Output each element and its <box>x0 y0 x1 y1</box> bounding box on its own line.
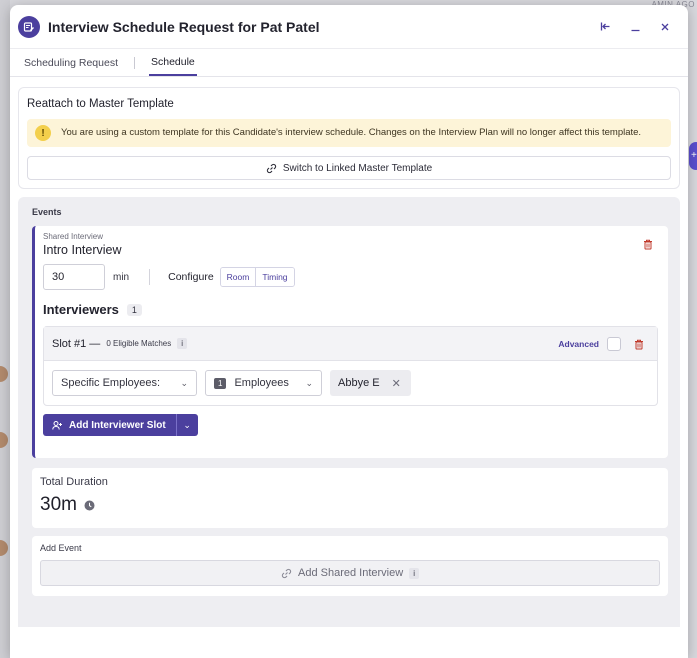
event-kind: Shared Interview <box>43 232 104 241</box>
employees-count-chip: 1 <box>214 377 227 389</box>
event-title: Intro Interview <box>43 243 122 257</box>
slot-eligible-matches: 0 Eligible Matches <box>106 339 172 348</box>
add-user-icon <box>52 420 62 430</box>
close-button[interactable] <box>654 16 676 38</box>
minimize-button[interactable] <box>624 16 646 38</box>
link-icon <box>266 163 276 173</box>
duration-divider <box>149 269 151 285</box>
delete-slot-button[interactable] <box>633 338 645 350</box>
duration-row: 30 min Configure Room Timing <box>43 264 658 290</box>
tab-schedule[interactable]: Schedule <box>148 49 197 76</box>
interviewers-count-badge: 1 <box>126 303 142 316</box>
advanced-checkbox[interactable] <box>607 336 621 351</box>
add-interviewer-slot-button[interactable]: Add Interviewer Slot <box>43 414 176 436</box>
slot-type-select[interactable]: Specific Employees: ⌄ <box>52 370 197 396</box>
configure-timing-button[interactable]: Timing <box>255 268 294 286</box>
remove-person-icon[interactable]: ✕ <box>392 377 401 390</box>
add-event-label: Add Event <box>40 543 82 553</box>
modal-title: Interview Schedule Request for Pat Patel <box>48 18 320 35</box>
slot-header: Slot #1 — 0 Eligible Matches i Advanced <box>44 327 657 361</box>
schedule-edit-icon <box>18 15 40 38</box>
info-icon[interactable]: i <box>177 338 188 349</box>
slot-type-value: Specific Employees: <box>61 377 161 389</box>
chevron-down-icon: ⌄ <box>180 377 188 388</box>
background-right-pill[interactable]: + <box>689 142 697 170</box>
switch-master-template-button[interactable]: Switch to Linked Master Template <box>27 156 671 180</box>
background-app-strip <box>0 0 10 658</box>
events-section: Events Shared Interview Intro Interview … <box>18 197 680 627</box>
duration-unit: min <box>113 271 130 283</box>
add-event-card: Add Event Add Shared Interview i <box>32 536 668 596</box>
slot-body: Specific Employees: ⌄ 1 Employees ⌄ Abby… <box>44 361 657 405</box>
configure-label: Configure <box>168 271 214 283</box>
configure-options: Room Timing <box>219 267 295 287</box>
trash-icon <box>644 239 652 249</box>
tab-scheduling-request[interactable]: Scheduling Request <box>22 49 120 76</box>
interviewers-title: Interviewers <box>43 302 119 317</box>
event-card: Shared Interview Intro Interview 30 min … <box>32 226 668 458</box>
collapse-left-button[interactable] <box>594 16 616 38</box>
close-icon <box>661 23 669 30</box>
add-slot-dropdown-button[interactable]: ⌄ <box>175 414 198 436</box>
schedule-request-modal: Interview Schedule Request for Pat Patel… <box>10 5 688 658</box>
add-shared-interview-label: Add Shared Interview <box>298 567 404 579</box>
chevron-down-icon: ⌄ <box>183 419 191 430</box>
interviewers-header: Interviewers 1 <box>43 302 658 317</box>
total-duration-card: Total Duration 30m <box>32 468 668 528</box>
modal-content: Reattach to Master Template ! You are us… <box>10 77 688 627</box>
add-interviewer-slot-label: Add Interviewer Slot <box>69 419 166 431</box>
switch-master-template-label: Switch to Linked Master Template <box>282 162 433 174</box>
add-interviewer-slot-split-button: Add Interviewer Slot ⌄ <box>43 414 198 436</box>
selected-person-chip: Abbye E ✕ <box>330 370 411 396</box>
info-icon[interactable]: i <box>409 567 419 579</box>
warning-icon: ! <box>35 125 51 141</box>
minimize-icon <box>631 29 639 32</box>
reattach-card: Reattach to Master Template ! You are us… <box>18 87 680 189</box>
total-duration-label: Total Duration <box>40 476 108 488</box>
modal-tabs: Scheduling Request Schedule <box>10 49 688 77</box>
events-label: Events <box>32 207 62 217</box>
tab-divider <box>133 56 135 69</box>
custom-template-warning: ! You are using a custom template for th… <box>27 119 671 147</box>
link-icon <box>281 568 292 578</box>
delete-event-button[interactable] <box>642 238 654 250</box>
chevron-down-icon: ⌄ <box>305 377 313 388</box>
reattach-title: Reattach to Master Template <box>27 98 174 110</box>
total-duration-value: 30m <box>40 494 77 515</box>
warning-text: You are using a custom template for this… <box>61 127 642 138</box>
configure-room-button[interactable]: Room <box>220 268 256 286</box>
employees-label: Employees <box>234 377 289 389</box>
advanced-link[interactable]: Advanced <box>558 339 599 349</box>
total-duration-value-row: 30m <box>40 494 660 516</box>
clock-icon <box>84 500 95 510</box>
trash-icon <box>635 339 643 349</box>
arrow-to-left-icon <box>600 22 609 31</box>
duration-input[interactable]: 30 <box>43 264 105 290</box>
interviewer-slot: Slot #1 — 0 Eligible Matches i Advanced … <box>43 326 658 406</box>
add-shared-interview-button[interactable]: Add Shared Interview i <box>40 560 660 586</box>
modal-header: Interview Schedule Request for Pat Patel <box>10 5 688 49</box>
slot-title: Slot #1 — <box>52 337 101 350</box>
selected-person-name: Abbye E <box>338 377 380 389</box>
employees-select[interactable]: 1 Employees ⌄ <box>205 370 322 396</box>
